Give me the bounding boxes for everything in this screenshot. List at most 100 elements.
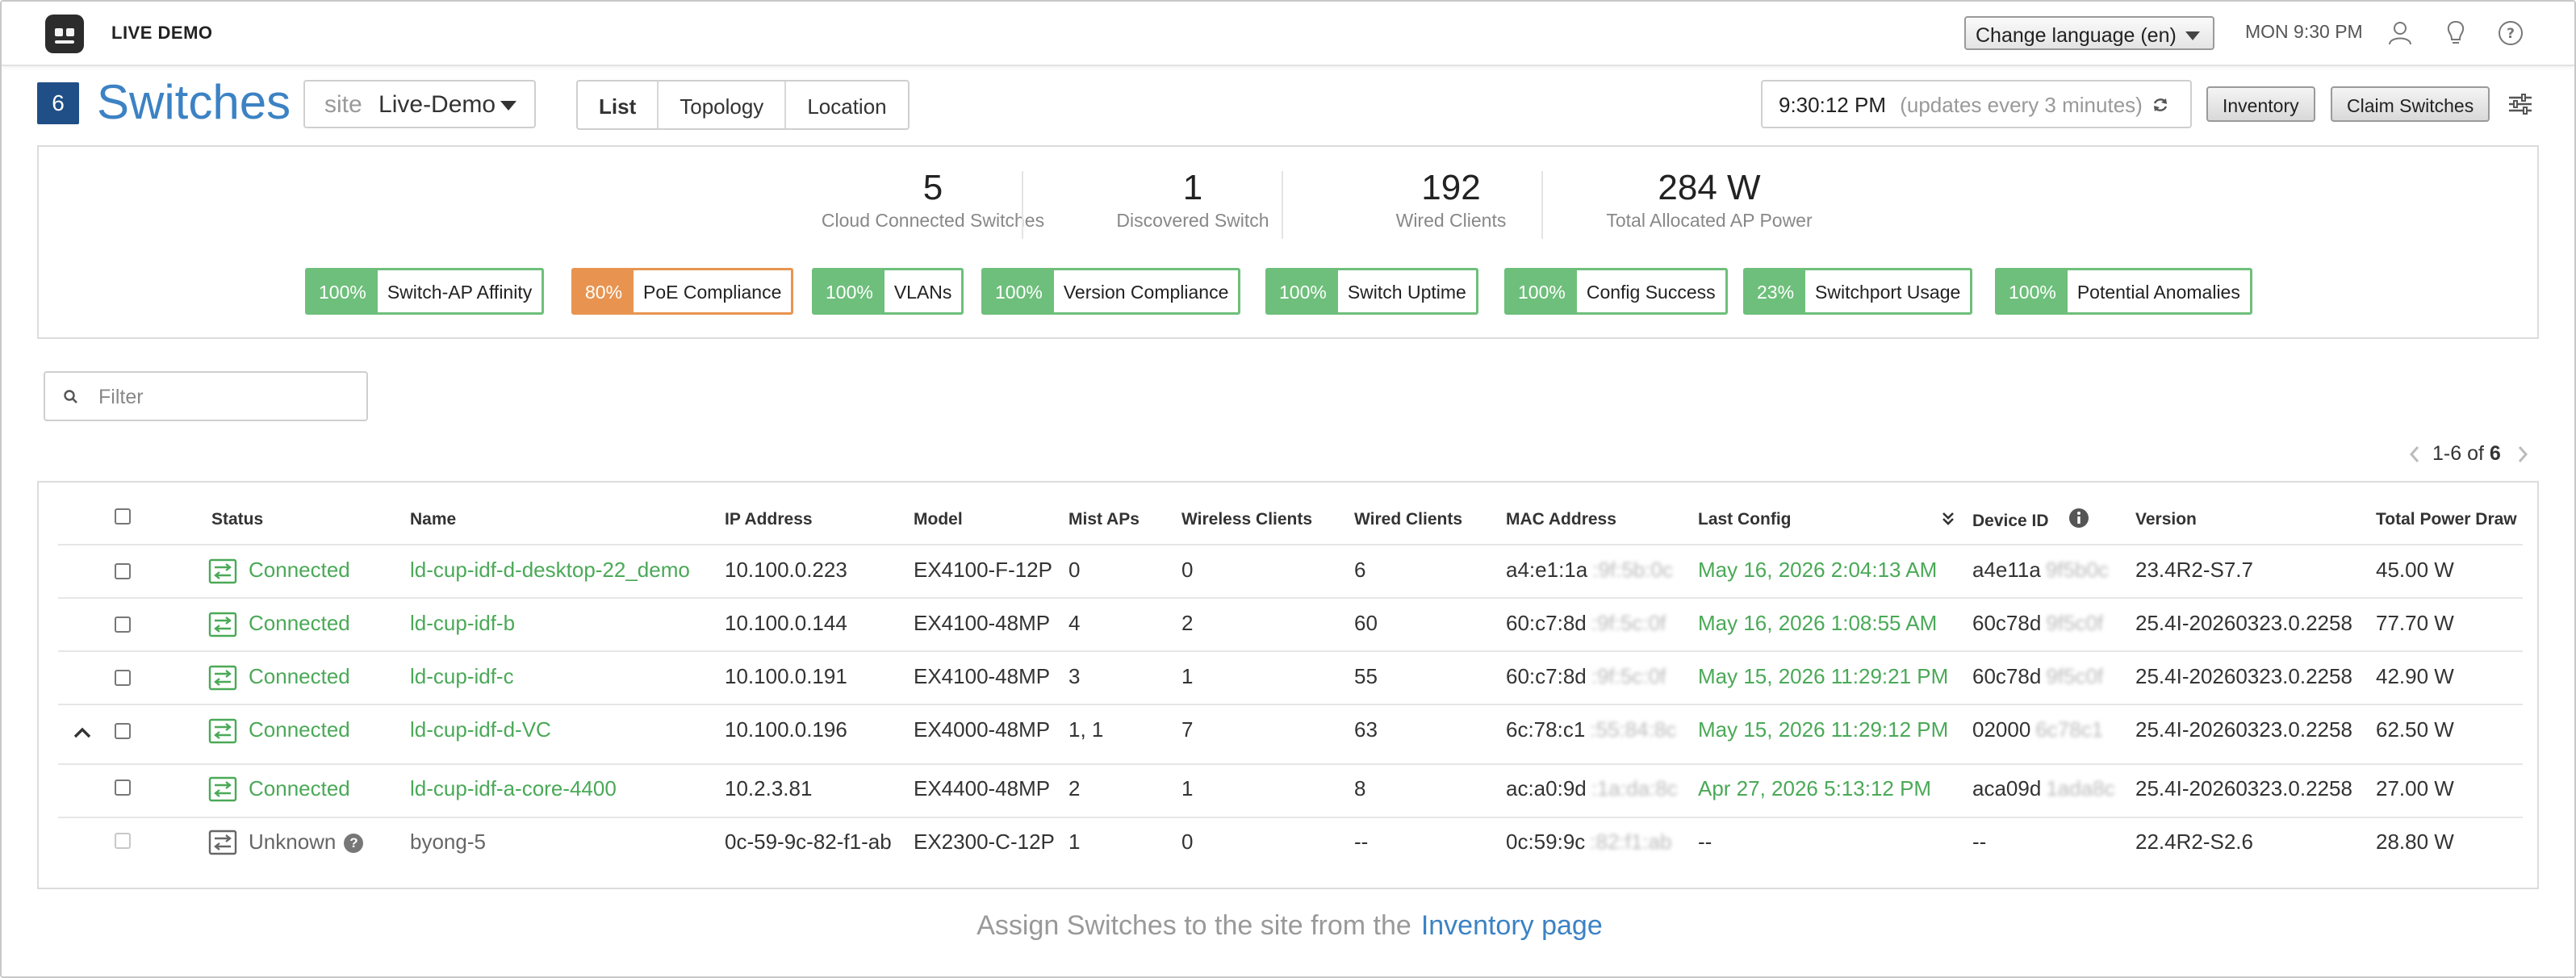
- power-draw: 27.00 W: [2376, 776, 2454, 800]
- status-text: Connected: [249, 611, 350, 635]
- metric-poe-compliance[interactable]: 80% PoE Compliance: [571, 268, 794, 315]
- refresh-icon[interactable]: [2152, 96, 2169, 114]
- device-id-blurred: 9f5c0f: [2046, 664, 2104, 688]
- row-checkbox[interactable]: [115, 563, 131, 579]
- change-language-select[interactable]: Change language (en): [1964, 16, 2214, 50]
- mac-visible: a4:e1:1a: [1506, 558, 1588, 582]
- info-icon[interactable]: [2068, 507, 2090, 529]
- table-row[interactable]: Connected ld-cup-idf-d-VC 10.100.0.196 E…: [58, 705, 2523, 765]
- sort-descending-icon[interactable]: [1940, 510, 1956, 528]
- column-header-ip[interactable]: IP Address: [725, 510, 813, 529]
- mac-visible: ac:a0:9d: [1506, 776, 1587, 800]
- select-all-checkbox[interactable]: [115, 508, 131, 525]
- column-header-wireless-clients[interactable]: Wireless Clients: [1181, 510, 1312, 529]
- column-header-device-id[interactable]: Device ID: [1972, 512, 2049, 531]
- status-text: Connected: [249, 776, 350, 800]
- column-header-status[interactable]: Status: [211, 510, 263, 529]
- tab-location[interactable]: Location: [786, 82, 907, 128]
- switch-name: byong-5: [410, 830, 486, 854]
- ip-address: 10.100.0.144: [725, 611, 847, 635]
- metric-vlans[interactable]: 100% VLANs: [812, 268, 964, 315]
- metric-config-success[interactable]: 100% Config Success: [1504, 268, 1728, 315]
- column-header-last-config[interactable]: Last Config: [1698, 510, 1792, 529]
- next-page-icon[interactable]: [2515, 444, 2531, 465]
- metric-version-compliance[interactable]: 100% Version Compliance: [981, 268, 1241, 315]
- update-note: (updates every 3 minutes): [1900, 93, 2143, 117]
- inventory-page-link[interactable]: Inventory page: [1421, 910, 1603, 941]
- table-row[interactable]: Connected ld-cup-idf-c 10.100.0.191 EX41…: [58, 652, 2523, 705]
- device-id-visible: aca09d: [1972, 776, 2042, 800]
- switch-name-link[interactable]: ld-cup-idf-d-VC: [410, 717, 551, 742]
- column-header-name[interactable]: Name: [410, 510, 456, 529]
- metric-percent: 100%: [1997, 270, 2068, 312]
- site-selector[interactable]: site Live-Demo: [303, 80, 536, 128]
- filter-input[interactable]: [97, 381, 358, 413]
- status-text: Unknown: [249, 830, 337, 854]
- column-header-model[interactable]: Model: [914, 510, 963, 529]
- mist-aps: 2: [1068, 776, 1081, 800]
- help-icon[interactable]: ?: [344, 834, 364, 853]
- ip-address: 10.100.0.191: [725, 664, 847, 688]
- last-config: May 16, 2026 1:08:55 AM: [1698, 611, 1938, 635]
- tab-list[interactable]: List: [578, 82, 659, 128]
- version: 25.4I-20260323.0.2258: [2135, 664, 2352, 688]
- table-row[interactable]: Connected ld-cup-idf-a-core-4400 10.2.3.…: [58, 765, 2523, 818]
- tab-topology[interactable]: Topology: [659, 82, 787, 128]
- column-settings-icon[interactable]: [2507, 90, 2534, 118]
- metric-percent: 100%: [1507, 270, 1577, 312]
- row-checkbox[interactable]: [115, 670, 131, 686]
- column-header-wired-clients[interactable]: Wired Clients: [1354, 510, 1462, 529]
- model: EX4000-48MP: [914, 717, 1051, 742]
- metric-switch-ap-affinity[interactable]: 100% Switch-AP Affinity: [305, 268, 545, 315]
- collapse-chevron-icon[interactable]: [73, 726, 92, 739]
- stat-discovered: 1 Discovered Switch: [1048, 168, 1338, 232]
- stat-label: Wired Clients: [1395, 210, 1507, 231]
- switch-name-link[interactable]: ld-cup-idf-b: [410, 611, 515, 636]
- switch-name-link[interactable]: ld-cup-idf-d-desktop-22_demo: [410, 558, 690, 583]
- switch-name-link[interactable]: ld-cup-idf-c: [410, 664, 514, 689]
- brand-name: LIVE DEMO: [111, 23, 213, 43]
- column-header-version[interactable]: Version: [2135, 510, 2197, 529]
- mac-visible: 60:c7:8d: [1506, 611, 1587, 635]
- device-id-blurred: 9f5b0c: [2045, 558, 2109, 582]
- switches-table: Status Name IP Address Model Mist APs Wi…: [37, 481, 2539, 889]
- table-row[interactable]: Connected ld-cup-idf-b 10.100.0.144 EX41…: [58, 599, 2523, 652]
- last-config: May 16, 2026 2:04:13 AM: [1698, 558, 1938, 582]
- switch-name-link[interactable]: ld-cup-idf-a-core-4400: [410, 776, 617, 801]
- device-id-visible: a4e11a: [1972, 558, 2041, 582]
- wired-clients: --: [1354, 830, 1369, 854]
- status-text: Connected: [249, 558, 350, 582]
- divider: [1541, 171, 1543, 239]
- row-checkbox[interactable]: [115, 779, 131, 796]
- lightbulb-icon[interactable]: [2442, 19, 2469, 47]
- row-checkbox[interactable]: [115, 723, 131, 739]
- version: 22.4R2-S2.6: [2135, 830, 2253, 854]
- claim-switches-button[interactable]: Claim Switches: [2331, 86, 2490, 122]
- stat-label: Discovered Switch: [1116, 210, 1269, 231]
- help-icon[interactable]: ?: [2497, 19, 2524, 47]
- wired-clients: 8: [1354, 776, 1366, 800]
- stat-label: Total Allocated AP Power: [1606, 210, 1813, 231]
- previous-page-icon[interactable]: [2407, 444, 2423, 465]
- top-bar: LIVE DEMO Change language (en) MON 9:30 …: [2, 2, 2574, 66]
- mac-address: 0c:59:9c:82:f1:ab: [1506, 830, 1672, 855]
- metric-switchport-usage[interactable]: 23% Switchport Usage: [1743, 268, 1973, 315]
- mist-aps: 4: [1068, 611, 1081, 635]
- column-header-mac[interactable]: MAC Address: [1506, 510, 1616, 529]
- metric-switch-uptime[interactable]: 100% Switch Uptime: [1265, 268, 1478, 315]
- robot-logo-icon[interactable]: [45, 15, 84, 53]
- user-icon[interactable]: [2386, 19, 2414, 47]
- table-row[interactable]: Unknown? byong-5 0c-59-9c-82-f1-ab EX230…: [58, 818, 2523, 870]
- row-checkbox[interactable]: [115, 616, 131, 633]
- mac-blurred: :9f:5c:0f: [1591, 611, 1666, 635]
- metric-potential-anomalies[interactable]: 100% Potential Anomalies: [1995, 268, 2252, 315]
- device-id-visible: 60c78d: [1972, 611, 2042, 635]
- device-id-blurred: 1ada8c: [2046, 776, 2115, 800]
- mac-visible: 6c:78:c1: [1506, 717, 1586, 742]
- column-header-power[interactable]: Total Power Draw: [2376, 510, 2517, 529]
- column-header-mist-aps[interactable]: Mist APs: [1068, 510, 1140, 529]
- mac-blurred: :9f:5c:0f: [1591, 664, 1666, 688]
- table-row[interactable]: Connected ld-cup-idf-d-desktop-22_demo 1…: [58, 545, 2523, 599]
- mac-blurred: :1a:da:8c: [1591, 776, 1678, 800]
- inventory-button[interactable]: Inventory: [2206, 86, 2315, 122]
